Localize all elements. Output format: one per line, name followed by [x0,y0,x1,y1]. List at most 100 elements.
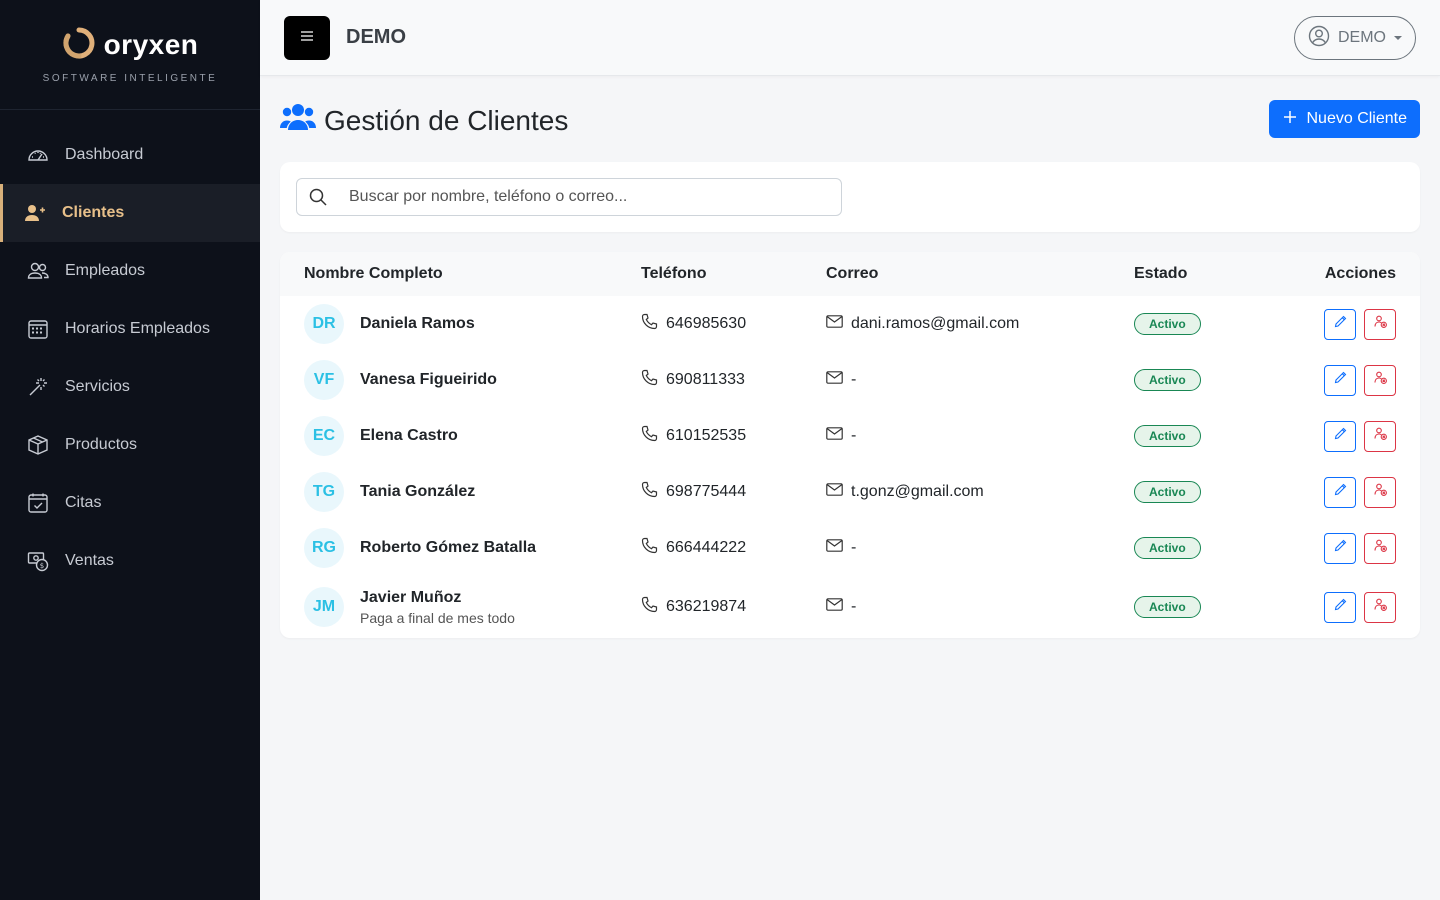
status-badge: Activo [1134,313,1201,335]
edit-button[interactable] [1324,532,1356,564]
table-row[interactable]: RG Roberto Gómez Batalla 666444222 - Acti… [280,520,1420,576]
avatar: DR [304,304,344,344]
person-x-icon [1373,598,1387,616]
topbar-title: DEMO [346,26,406,48]
envelope-icon [826,315,843,333]
sidebar-item-ventas[interactable]: $ Ventas [0,532,260,590]
sidebar-nav: Dashboard Clientes Empleados Horarios Em… [0,126,260,590]
pencil-icon [1334,315,1347,333]
edit-button[interactable] [1324,591,1356,623]
pencil-icon [1334,427,1347,445]
person-x-icon [1373,427,1387,445]
clients-table: Nombre Completo Teléfono Correo Estado A… [280,252,1420,638]
edit-button[interactable] [1324,364,1356,396]
sidebar-item-horarios[interactable]: Horarios Empleados [0,300,260,358]
hamburger-icon [300,29,314,47]
search-box [296,178,842,216]
table-header: Nombre Completo Teléfono Correo Estado A… [280,252,1420,296]
new-client-button[interactable]: Nuevo Cliente [1268,100,1420,138]
sidebar-item-label: Productos [65,436,138,453]
header-email[interactable]: Correo [826,265,1134,283]
header-name[interactable]: Nombre Completo [280,265,641,283]
sidebar-item-servicios[interactable]: Servicios [0,358,260,416]
delete-user-button[interactable] [1364,591,1396,623]
sidebar-item-productos[interactable]: Productos [0,416,260,474]
client-name: Javier Muñoz [360,588,462,606]
table-row[interactable]: JM Javier Muñoz Paga a final de mes todo 6… [280,576,1420,638]
header-phone[interactable]: Teléfono [641,265,826,283]
envelope-icon [826,483,843,501]
envelope-icon [826,371,843,389]
brand-logo-icon [62,26,96,65]
avatar: RG [304,528,344,568]
box-icon [27,434,49,456]
pencil-icon [1334,598,1347,616]
users-icon [24,202,46,224]
phone-icon [641,596,658,618]
client-email: - [851,598,857,615]
avatar: JM [304,587,344,627]
client-name: Vanesa Figueirido [360,371,497,388]
envelope-icon [826,427,843,445]
client-phone: 698775444 [666,483,747,500]
client-phone: 646985630 [666,315,747,332]
table-row[interactable]: VF Vanesa Figueirido 690811333 - Activo [280,352,1420,408]
table-row[interactable]: TG Tania González 698775444 t.gonz@gmail.… [280,464,1420,520]
menu-toggle-button[interactable] [284,16,330,60]
magic-wand-icon [27,376,49,398]
client-name: Elena Castro [360,427,458,444]
envelope-icon [826,539,843,557]
client-email: t.gonz@gmail.com [851,483,984,500]
client-email: - [851,371,857,388]
sidebar-item-dashboard[interactable]: Dashboard [0,126,260,184]
sidebar-item-label: Empleados [65,262,146,279]
avatar: EC [304,416,344,456]
delete-user-button[interactable] [1364,364,1396,396]
user-menu-button[interactable]: DEMO [1294,16,1416,60]
avatar: VF [304,360,344,400]
search-icon [297,188,339,206]
status-badge: Activo [1134,596,1201,618]
sidebar-item-citas[interactable]: Citas [0,474,260,532]
people-fill-icon [280,102,316,139]
edit-button[interactable] [1324,420,1356,452]
phone-icon [641,425,658,447]
calendar-grid-icon [27,318,49,340]
status-badge: Activo [1134,537,1201,559]
brand-subtitle: SOFTWARE INTELIGENTE [42,72,218,84]
client-name: Daniela Ramos [360,315,475,332]
sidebar-item-empleados[interactable]: Empleados [0,242,260,300]
client-phone: 690811333 [666,371,745,388]
header-state[interactable]: Estado [1134,265,1284,283]
plus-icon [1283,110,1297,129]
client-email: - [851,539,857,556]
sidebar-item-label: Horarios Empleados [65,320,210,337]
status-badge: Activo [1134,481,1201,503]
client-email: dani.ramos@gmail.com [851,315,1020,332]
delete-user-button[interactable] [1364,420,1396,452]
search-input[interactable] [339,188,819,206]
person-x-icon [1373,539,1387,557]
phone-icon [641,313,658,335]
brand[interactable]: oryxen SOFTWARE INTELIGENTE [0,0,260,110]
table-row[interactable]: EC Elena Castro 610152535 - Activo [280,408,1420,464]
client-phone: 610152535 [666,427,747,444]
delete-user-button[interactable] [1364,308,1396,340]
client-name: Tania González [360,483,476,500]
status-badge: Activo [1134,369,1201,391]
person-x-icon [1373,371,1387,389]
delete-user-button[interactable] [1364,476,1396,508]
phone-icon [641,537,658,559]
delete-user-button[interactable] [1364,532,1396,564]
sidebar-item-clientes[interactable]: Clientes [0,184,260,242]
client-note: Paga a final de mes todo [360,609,515,626]
brand-name: oryxen [103,29,199,60]
table-row[interactable]: DR Daniela Ramos 646985630 dani.ramos@gma… [280,296,1420,352]
avatar: TG [304,472,344,512]
edit-button[interactable] [1324,308,1356,340]
cash-coin-icon: $ [27,550,49,572]
sidebar-item-label: Dashboard [65,146,144,163]
new-client-label: Nuevo Cliente [1306,110,1408,127]
edit-button[interactable] [1324,476,1356,508]
sidebar-item-label: Clientes [62,204,125,221]
